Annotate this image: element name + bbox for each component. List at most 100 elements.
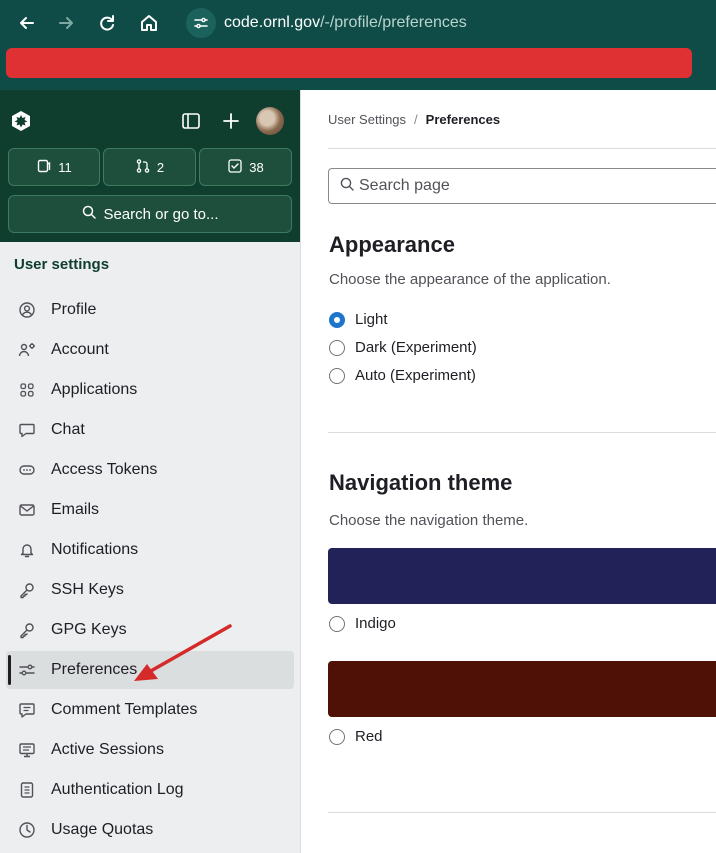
key-icon: [18, 621, 36, 639]
radio-label: Light: [355, 311, 388, 328]
sidebar-toggle-icon[interactable]: [180, 110, 202, 132]
sidebar: 11 2 38 Search or go to... User settings…: [0, 90, 301, 853]
section-divider: [328, 432, 716, 433]
sidebar-item-label: GPG Keys: [51, 621, 127, 638]
quota-icon: [18, 821, 36, 839]
theme-option-red[interactable]: Red: [329, 728, 383, 745]
sidebar-item-label: Profile: [51, 301, 97, 318]
sidebar-item-applications[interactable]: Applications: [0, 370, 300, 410]
sidebar-item-chat[interactable]: Chat: [0, 410, 300, 450]
appearance-option-dark[interactable]: Dark (Experiment): [329, 339, 477, 356]
sidebar-heading: User settings: [14, 256, 110, 273]
sidebar-item-label: SSH Keys: [51, 581, 124, 598]
url-path: /-/profile/preferences: [320, 14, 467, 31]
issues-counter[interactable]: 11: [8, 148, 100, 186]
appearance-option-light[interactable]: Light: [329, 311, 388, 328]
profile-icon: [18, 301, 36, 319]
breadcrumb: User Settings / Preferences: [328, 112, 500, 127]
issues-icon: [36, 158, 52, 177]
sidebar-item-label: Chat: [51, 421, 85, 438]
sidebar-item-label: Comment Templates: [51, 701, 198, 718]
radio-unchecked-icon[interactable]: [329, 728, 345, 745]
url-text[interactable]: code.ornl.gov/-/profile/preferences: [224, 14, 467, 32]
navigation-theme-title: Navigation theme: [329, 470, 513, 495]
sidebar-item-label: Account: [51, 341, 109, 358]
radio-label: Dark (Experiment): [355, 339, 477, 356]
back-arrow-icon[interactable]: [14, 10, 40, 36]
sidebar-item-emails[interactable]: Emails: [0, 490, 300, 530]
url-host: code.ornl.gov: [224, 14, 321, 31]
appearance-description: Choose the appearance of the application…: [329, 271, 611, 288]
breadcrumb-current[interactable]: Preferences: [426, 112, 500, 127]
monitor-icon: [18, 741, 36, 759]
sidebar-item-comment-templates[interactable]: Comment Templates: [0, 690, 300, 730]
sidebar-item-gpg-keys[interactable]: GPG Keys: [0, 610, 300, 650]
sidebar-item-active-sessions[interactable]: Active Sessions: [0, 730, 300, 770]
search-page-field[interactable]: [328, 168, 716, 204]
search-button-label: Search or go to...: [103, 205, 219, 223]
applications-icon: [18, 381, 36, 399]
breadcrumb-divider: [328, 148, 716, 149]
chat-icon: [18, 421, 36, 439]
radio-label: Auto (Experiment): [355, 367, 476, 384]
preferences-icon: [18, 661, 36, 679]
browser-toolbar: code.ornl.gov/-/profile/preferences: [0, 0, 716, 48]
navigation-theme-description: Choose the navigation theme.: [329, 512, 529, 529]
mail-icon: [18, 501, 36, 519]
radio-unchecked-icon[interactable]: [329, 367, 345, 384]
appearance-option-auto[interactable]: Auto (Experiment): [329, 367, 476, 384]
sidebar-item-access-tokens[interactable]: Access Tokens: [0, 450, 300, 490]
address-bar[interactable]: code.ornl.gov/-/profile/preferences: [186, 8, 467, 38]
sidebar-item-notifications[interactable]: Notifications: [0, 530, 300, 570]
radio-unchecked-icon[interactable]: [329, 339, 345, 356]
forward-arrow-icon[interactable]: [53, 10, 79, 36]
radio-label: Red: [355, 728, 383, 745]
sidebar-item-label: Usage Quotas: [51, 821, 154, 838]
log-icon: [18, 781, 36, 799]
search-icon: [81, 204, 97, 224]
merge-request-icon: [135, 158, 151, 177]
reload-icon[interactable]: [94, 10, 120, 36]
sidebar-item-authentication-log[interactable]: Authentication Log: [0, 770, 300, 810]
search-or-go-to-button[interactable]: Search or go to...: [8, 195, 292, 233]
breadcrumb-parent-link[interactable]: User Settings: [328, 112, 406, 127]
todos-counter[interactable]: 38: [199, 148, 292, 186]
merge-requests-counter[interactable]: 2: [103, 148, 196, 186]
sidebar-item-label: Authentication Log: [51, 781, 184, 798]
radio-unchecked-icon[interactable]: [329, 615, 345, 632]
theme-swatch-red[interactable]: [328, 661, 716, 717]
sidebar-item-profile[interactable]: Profile: [0, 290, 300, 330]
search-icon: [339, 176, 355, 197]
theme-swatch-indigo[interactable]: [328, 548, 716, 604]
sidebar-item-label: Applications: [51, 381, 138, 398]
sidebar-item-label: Active Sessions: [51, 741, 164, 758]
main-content: User Settings / Preferences Appearance Cho…: [301, 90, 716, 853]
breadcrumb-separator: /: [414, 112, 418, 127]
radio-label: Indigo: [355, 615, 396, 632]
comment-icon: [18, 701, 36, 719]
issues-count: 11: [58, 159, 72, 175]
sidebar-header: 11 2 38 Search or go to...: [0, 90, 300, 242]
gitlab-logo-icon[interactable]: [10, 110, 32, 132]
site-settings-icon[interactable]: [186, 8, 216, 38]
token-icon: [18, 461, 36, 479]
home-icon[interactable]: [136, 10, 162, 36]
sidebar-item-ssh-keys[interactable]: SSH Keys: [0, 570, 300, 610]
todos-count: 38: [249, 159, 264, 175]
sidebar-item-label: Notifications: [51, 541, 139, 558]
plus-icon[interactable]: [220, 110, 242, 132]
sidebar-item-usage-quotas[interactable]: Usage Quotas: [0, 810, 300, 850]
sidebar-item-label: Access Tokens: [51, 461, 158, 478]
todo-icon: [227, 158, 243, 177]
theme-option-indigo[interactable]: Indigo: [329, 615, 396, 632]
avatar[interactable]: [256, 107, 284, 135]
account-icon: [18, 341, 36, 359]
merge-requests-count: 2: [156, 159, 165, 175]
sidebar-item-account[interactable]: Account: [0, 330, 300, 370]
sidebar-item-preferences[interactable]: Preferences: [6, 651, 294, 689]
sidebar-item-label: Preferences: [51, 661, 138, 678]
key-icon: [18, 581, 36, 599]
bell-icon: [18, 541, 36, 559]
radio-checked-icon[interactable]: [329, 311, 345, 328]
search-page-input[interactable]: [359, 177, 659, 195]
